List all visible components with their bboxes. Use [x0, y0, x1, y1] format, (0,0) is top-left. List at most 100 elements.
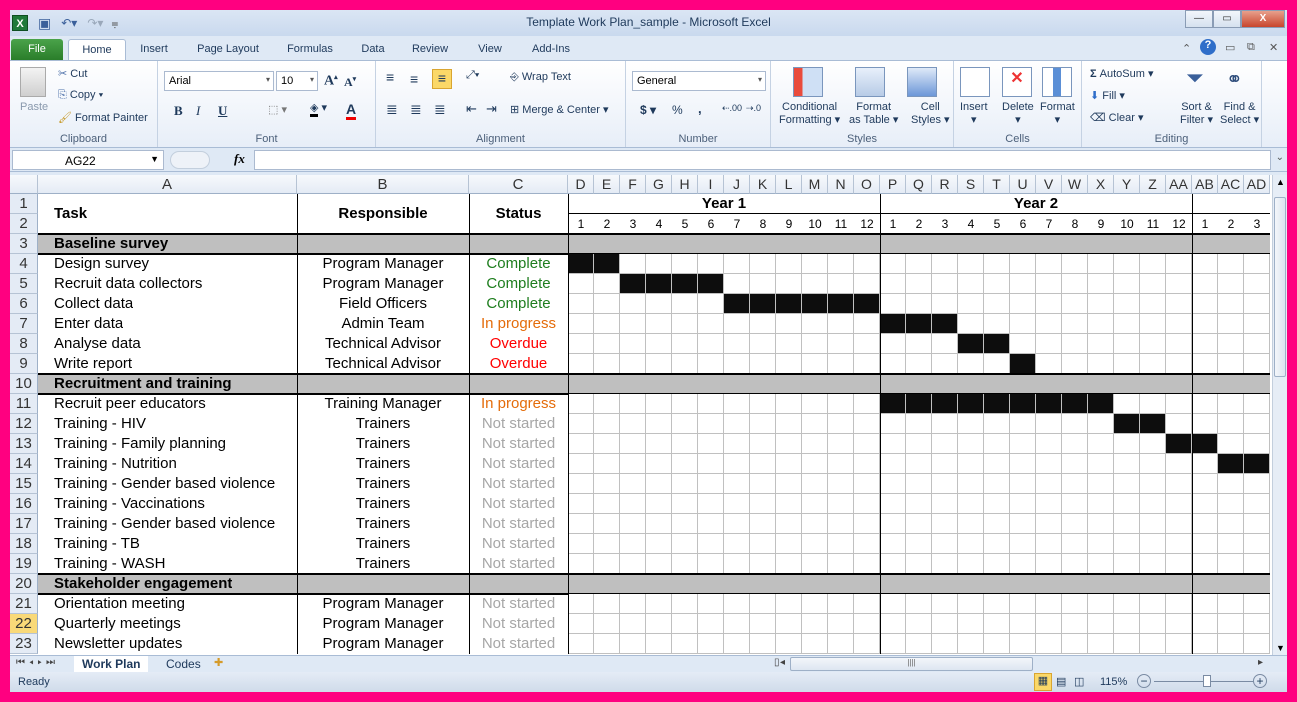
gantt-cell[interactable] [1192, 534, 1218, 554]
gantt-cell[interactable] [906, 614, 932, 634]
gantt-bar-cell[interactable] [906, 314, 932, 334]
gantt-cell[interactable] [1036, 334, 1062, 354]
page-break-view-icon[interactable]: ◫ [1074, 675, 1084, 688]
gantt-cell[interactable] [776, 274, 802, 294]
gantt-cell[interactable] [1114, 314, 1140, 334]
conditional-formatting-button[interactable]: Conditional Formatting ▾ [779, 101, 840, 127]
gantt-cell[interactable] [594, 354, 620, 374]
gantt-cell[interactable] [1192, 454, 1218, 474]
gantt-cell[interactable] [828, 394, 854, 414]
number-format-select[interactable]: General ▾ [632, 71, 766, 91]
workbook-restore-icon[interactable]: ⧉ [1247, 41, 1255, 54]
gantt-cell[interactable] [1218, 314, 1244, 334]
gantt-cell[interactable] [828, 474, 854, 494]
gantt-cell[interactable] [724, 594, 750, 614]
gantt-cell[interactable] [932, 334, 958, 354]
gantt-bar-cell[interactable] [1010, 354, 1036, 374]
gantt-cell[interactable] [594, 394, 620, 414]
gantt-cell[interactable] [1010, 594, 1036, 614]
gantt-cell[interactable] [854, 594, 880, 614]
copy-button[interactable]: ⎘ Copy ▾ [58, 89, 103, 102]
gantt-cell[interactable] [646, 294, 672, 314]
responsible[interactable]: Trainers [297, 494, 469, 514]
gantt-cell[interactable] [568, 634, 594, 654]
gantt-cell[interactable] [958, 534, 984, 554]
gantt-cell[interactable] [1140, 594, 1166, 614]
gantt-cell[interactable] [854, 534, 880, 554]
gantt-cell[interactable] [1036, 434, 1062, 454]
gantt-cell[interactable] [724, 274, 750, 294]
gantt-bar-cell[interactable] [1244, 454, 1270, 474]
gantt-cell[interactable] [1010, 454, 1036, 474]
gantt-cell[interactable] [672, 414, 698, 434]
gantt-cell[interactable] [854, 334, 880, 354]
task-name[interactable]: Training - Vaccinations [54, 494, 205, 514]
gantt-cell[interactable] [802, 474, 828, 494]
gantt-cell[interactable] [620, 554, 646, 574]
gantt-cell[interactable] [802, 394, 828, 414]
gantt-cell[interactable] [646, 434, 672, 454]
gantt-cell[interactable] [698, 414, 724, 434]
gantt-cell[interactable] [568, 514, 594, 534]
gantt-cell[interactable] [776, 254, 802, 274]
gantt-cell[interactable] [594, 454, 620, 474]
row-header[interactable]: 5 [10, 274, 38, 294]
gantt-cell[interactable] [620, 334, 646, 354]
gantt-cell[interactable] [594, 314, 620, 334]
gantt-cell[interactable] [854, 554, 880, 574]
gantt-cell[interactable] [1088, 314, 1114, 334]
gantt-cell[interactable] [906, 494, 932, 514]
gantt-cell[interactable] [906, 434, 932, 454]
gantt-cell[interactable] [1010, 534, 1036, 554]
gantt-cell[interactable] [620, 494, 646, 514]
format-button[interactable]: Format ▾ [1040, 101, 1075, 127]
gantt-cell[interactable] [750, 494, 776, 514]
gantt-cell[interactable] [802, 274, 828, 294]
gantt-cell[interactable] [646, 534, 672, 554]
gantt-cell[interactable] [932, 474, 958, 494]
gantt-cell[interactable] [568, 394, 594, 414]
gantt-bar-cell[interactable] [984, 394, 1010, 414]
column-header[interactable]: O [854, 175, 880, 194]
gantt-cell[interactable] [776, 634, 802, 654]
responsible[interactable]: Trainers [297, 434, 469, 454]
gantt-cell[interactable] [1062, 534, 1088, 554]
gantt-cell[interactable] [1036, 474, 1062, 494]
gantt-cell[interactable] [646, 514, 672, 534]
task-name[interactable]: Write report [54, 354, 132, 374]
gantt-cell[interactable] [1166, 254, 1192, 274]
gantt-cell[interactable] [750, 434, 776, 454]
gantt-cell[interactable] [906, 254, 932, 274]
gantt-cell[interactable] [724, 434, 750, 454]
gantt-cell[interactable] [1192, 614, 1218, 634]
gantt-bar-cell[interactable] [646, 274, 672, 294]
task-name[interactable]: Training - Gender based violence [54, 514, 275, 534]
gantt-cell[interactable] [906, 634, 932, 654]
expand-formula-bar-icon[interactable]: ⌄ [1276, 152, 1284, 163]
row-header[interactable]: 2 [10, 214, 38, 234]
gantt-cell[interactable] [1062, 614, 1088, 634]
gantt-cell[interactable] [750, 474, 776, 494]
gantt-cell[interactable] [1244, 294, 1270, 314]
gantt-cell[interactable] [1244, 354, 1270, 374]
column-header[interactable]: AB [1192, 175, 1218, 194]
gantt-cell[interactable] [594, 294, 620, 314]
gantt-cell[interactable] [698, 394, 724, 414]
gantt-cell[interactable] [698, 294, 724, 314]
tab-data[interactable]: Data [356, 39, 390, 60]
row-header[interactable]: 3 [10, 234, 38, 254]
task-name[interactable]: Orientation meeting [54, 594, 185, 614]
gantt-cell[interactable] [1114, 514, 1140, 534]
gantt-cell[interactable] [802, 614, 828, 634]
find-select-button[interactable]: Find & Select ▾ [1220, 101, 1259, 127]
gantt-cell[interactable] [620, 414, 646, 434]
gantt-cell[interactable] [828, 634, 854, 654]
row-header[interactable]: 21 [10, 594, 38, 614]
gantt-cell[interactable] [1192, 474, 1218, 494]
task-name[interactable]: Collect data [54, 294, 133, 314]
scroll-right-icon[interactable]: ▸ [1258, 657, 1263, 668]
gantt-cell[interactable] [854, 614, 880, 634]
column-header[interactable]: AC [1218, 175, 1244, 194]
row-header[interactable]: 20 [10, 574, 38, 594]
gantt-cell[interactable] [776, 594, 802, 614]
